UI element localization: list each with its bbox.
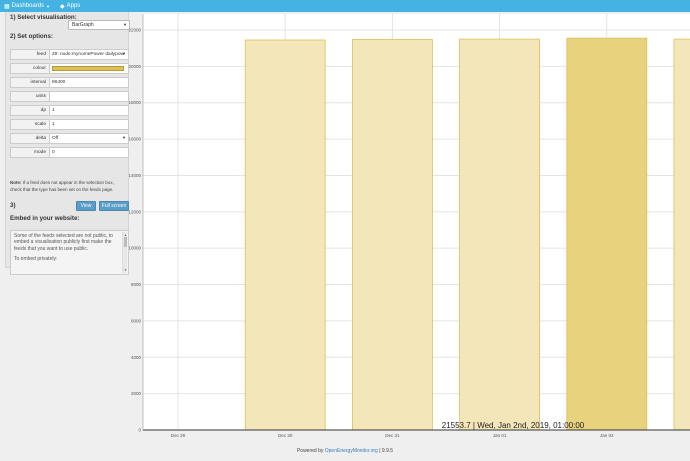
y-tick-label: 22000 bbox=[129, 28, 141, 33]
x-tick-label: Dec 29 bbox=[171, 433, 186, 438]
embed-text-2: To embed privately: bbox=[14, 256, 58, 263]
option-label: dp bbox=[10, 105, 50, 116]
option-row-feed: feed 29: node:mynomePower dailypow ▼ bbox=[10, 49, 129, 60]
bar-graph-svg[interactable]: 0 2000 4000 6000 8000 10000 12000 14000 16000 180… bbox=[129, 12, 690, 442]
mode-input[interactable]: 0 bbox=[50, 147, 129, 158]
option-label: interval bbox=[10, 77, 50, 88]
feed-value: 29: node:mynomePower dailypow bbox=[52, 52, 124, 57]
option-label: mode bbox=[10, 147, 50, 158]
footer-version: | 9.9.5 bbox=[377, 448, 394, 454]
note-text: If a feed does not appear in the selecti… bbox=[10, 180, 114, 192]
option-row-scale: scale 1 bbox=[10, 119, 129, 130]
interval-input[interactable]: 86400 bbox=[50, 77, 129, 88]
y-tick-label: 12000 bbox=[129, 209, 141, 214]
y-tick-label: 0 bbox=[138, 428, 141, 433]
y-tick-label: 2000 bbox=[131, 391, 142, 396]
y-tick-label: 4000 bbox=[131, 355, 142, 360]
apps-menu[interactable]: ◆ Apps bbox=[60, 3, 80, 10]
vis-config-panel: 1) Select visualisation: BarGraph ▼ 2) S… bbox=[5, 12, 130, 275]
option-row-units: units bbox=[10, 91, 129, 102]
option-label: feed bbox=[10, 49, 50, 60]
colour-picker[interactable] bbox=[50, 63, 129, 74]
option-label: delta bbox=[10, 133, 50, 144]
units-input[interactable] bbox=[50, 91, 129, 102]
y-tick-label: 10000 bbox=[129, 246, 141, 251]
bar bbox=[244, 39, 326, 431]
bar bbox=[673, 38, 690, 431]
scroll-down-icon[interactable]: ▼ bbox=[123, 267, 128, 273]
bar-graph[interactable]: 0 2000 4000 6000 8000 10000 12000 14000 16000 180… bbox=[129, 12, 690, 442]
visualisation-select[interactable]: BarGraph ▼ bbox=[68, 20, 130, 30]
y-tick-label: 6000 bbox=[131, 318, 142, 323]
chevron-down-icon: ▼ bbox=[122, 51, 126, 56]
option-row-dp: dp 1 bbox=[10, 105, 129, 116]
footer-link[interactable]: OpenEnergyMonitor.org bbox=[325, 448, 378, 454]
y-tick-label: 20000 bbox=[129, 64, 141, 69]
step3-title: 3) bbox=[10, 202, 16, 209]
option-row-mode: mode 0 bbox=[10, 147, 129, 158]
chevron-down-icon: ▼ bbox=[123, 22, 127, 27]
x-tick-label: Dec 31 bbox=[385, 433, 400, 438]
option-row-delta: delta Off ▼ bbox=[10, 133, 129, 144]
option-label: units bbox=[10, 91, 50, 102]
delta-select[interactable]: Off ▼ bbox=[50, 133, 129, 144]
y-tick-label: 8000 bbox=[131, 282, 142, 287]
bar-highlighted bbox=[566, 37, 648, 431]
option-row-colour: colour bbox=[10, 63, 129, 74]
option-label: scale bbox=[10, 119, 50, 130]
embed-textarea[interactable]: Some of the feeds selected are not publi… bbox=[10, 230, 129, 275]
y-tick-label: 14000 bbox=[129, 173, 141, 178]
fullscreen-button[interactable]: Full screen bbox=[99, 201, 129, 211]
step3-row: 3) View Full screen bbox=[10, 201, 129, 212]
y-tick-label: 16000 bbox=[129, 137, 141, 142]
x-tick-label: Dec 30 bbox=[278, 433, 293, 438]
option-label: colour bbox=[10, 63, 50, 74]
top-navbar: ▦ Dashboards ▼ ◆ Apps bbox=[0, 0, 690, 12]
apps-icon: ◆ bbox=[60, 3, 65, 10]
hover-tooltip: 21553.7 | Wed, Jan 2nd, 2019, 01:00:00 bbox=[442, 421, 585, 430]
dp-input[interactable]: 1 bbox=[50, 105, 129, 116]
dashboards-menu[interactable]: ▦ Dashboards ▼ bbox=[4, 3, 50, 10]
feed-select[interactable]: 29: node:mynomePower dailypow ▼ bbox=[50, 49, 129, 60]
bar bbox=[351, 39, 433, 431]
note-bold: Note: bbox=[10, 180, 22, 185]
option-row-interval: interval 86400 bbox=[10, 77, 129, 88]
caret-down-icon: ▼ bbox=[46, 3, 50, 9]
x-tick-label: Jan 01 bbox=[493, 433, 507, 438]
x-tick-label: Jan 02 bbox=[600, 433, 614, 438]
dashboards-label: Dashboards bbox=[11, 3, 45, 9]
colour-swatch bbox=[52, 66, 124, 71]
apps-label: Apps bbox=[66, 3, 81, 9]
footer-prefix: Powered by bbox=[296, 448, 325, 454]
scroll-thumb[interactable] bbox=[124, 237, 127, 247]
scale-input[interactable]: 1 bbox=[50, 119, 129, 130]
set-options-title: 2) Set options: bbox=[10, 33, 53, 40]
bar bbox=[459, 38, 541, 431]
embed-text-1: Some of the feeds selected are not publi… bbox=[14, 233, 113, 252]
embed-scrollbar[interactable]: ▲ ▼ bbox=[122, 232, 127, 273]
visualisation-value: BarGraph bbox=[72, 22, 94, 28]
chevron-down-icon: ▼ bbox=[122, 135, 126, 140]
footer: Powered by OpenEnergyMonitor.org | 9.9.5 bbox=[0, 448, 690, 454]
embed-title: Embed in your website: bbox=[10, 215, 80, 222]
dashboard-icon: ▦ bbox=[4, 3, 10, 10]
delta-value: Off bbox=[52, 136, 59, 141]
view-button[interactable]: View bbox=[76, 201, 96, 211]
feed-note: Note: If a feed does not appear in the s… bbox=[10, 180, 126, 193]
y-tick-label: 18000 bbox=[129, 100, 141, 105]
